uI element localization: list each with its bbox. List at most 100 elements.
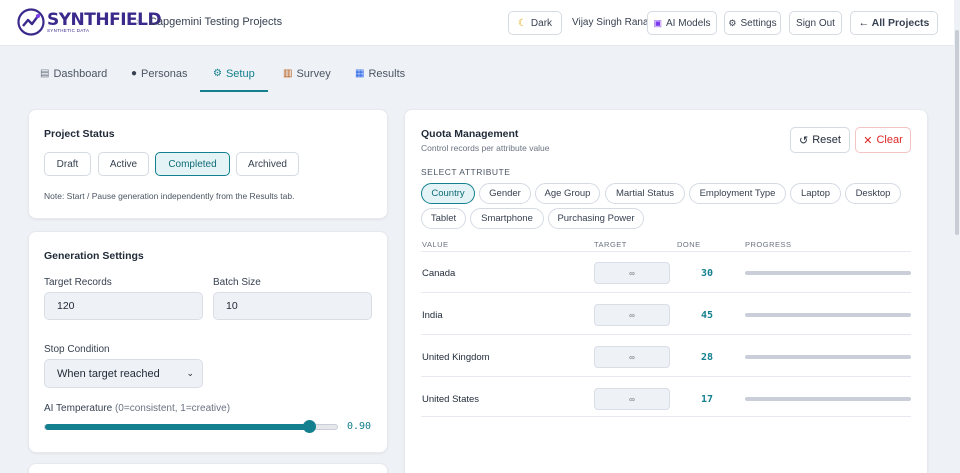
theme-toggle-button[interactable]: ☾ Dark (508, 11, 562, 35)
attribute-chip[interactable]: Age Group (535, 183, 600, 204)
logo-word: SYNTHFIELD (47, 10, 162, 30)
batch-size-label: Batch Size (213, 277, 261, 288)
sign-out-button[interactable]: Sign Out (789, 11, 842, 35)
quota-done-count: 17 (700, 394, 714, 405)
refresh-icon: ↺ (799, 134, 809, 147)
tab-survey[interactable]: ▥ Survey (283, 68, 331, 92)
moon-icon: ☾ (517, 17, 527, 29)
attribute-chip[interactable]: Purchasing Power (548, 208, 644, 229)
attribute-chip[interactable]: Employment Type (689, 183, 786, 204)
quota-management-card (404, 109, 928, 473)
column-header-target: TARGET (594, 240, 627, 249)
sign-out-label: Sign Out (796, 17, 835, 29)
settings-button[interactable]: ⚙ Settings (724, 11, 781, 35)
table-divider (421, 251, 911, 252)
generation-settings-card (28, 231, 388, 453)
logo-subtitle: SYNTHETIC DATA (47, 28, 90, 33)
target-records-label: Target Records (44, 277, 112, 288)
target-value: ∞ (629, 394, 635, 404)
select-attribute-label: SELECT ATTRIBUTE (421, 167, 511, 177)
tab-label: Personas (141, 68, 188, 80)
attribute-chip[interactable]: Desktop (845, 183, 901, 204)
chip-label: Gender (489, 188, 521, 199)
quota-target-input[interactable]: ∞ (594, 262, 670, 284)
quota-done-count: 28 (700, 352, 714, 363)
robot-icon: ▣ (653, 17, 663, 28)
attribute-chip[interactable]: Country (421, 183, 475, 204)
status-label: Draft (56, 158, 79, 170)
tab-setup[interactable]: ⚙ Setup (200, 68, 268, 92)
quota-clear-button[interactable]: ✕ Clear (855, 127, 911, 153)
ai-temperature-title: AI Temperature (44, 403, 113, 414)
attribute-chip[interactable]: Martial Status (605, 183, 685, 204)
generation-settings-title: Generation Settings (44, 250, 144, 262)
person-icon: ● (131, 68, 138, 79)
status-archived-button[interactable]: Archived (236, 152, 299, 176)
attribute-chip[interactable]: Tablet (421, 208, 466, 229)
quota-progress-bar (745, 271, 911, 275)
status-completed-button[interactable]: Completed (155, 152, 230, 176)
batch-size-value: 10 (226, 300, 238, 312)
stop-condition-select[interactable]: When target reached ⌄ (44, 359, 203, 388)
clear-label: Clear (876, 134, 903, 146)
close-icon: ✕ (863, 134, 873, 147)
gear-icon: ⚙ (728, 17, 737, 28)
all-projects-label: ← All Projects (858, 17, 930, 29)
status-label: Completed (168, 158, 217, 170)
attribute-chip[interactable]: Laptop (790, 183, 841, 204)
chip-label: Employment Type (699, 188, 776, 199)
chip-label: Smartphone (481, 213, 533, 224)
settings-label: Settings (740, 17, 777, 29)
chart-icon: ▤ (40, 68, 50, 79)
quota-subtitle: Control records per attribute value (421, 143, 550, 153)
attribute-chip[interactable]: Gender (479, 183, 531, 204)
theme-toggle-label: Dark (530, 17, 553, 29)
scrollbar-thumb[interactable] (955, 30, 959, 235)
chip-label: Tablet (430, 213, 457, 224)
stop-condition-label: Stop Condition (44, 344, 110, 355)
status-note: Note: Start / Pause generation independe… (44, 191, 295, 201)
gear-icon: ⚙ (213, 68, 222, 79)
column-header-value: VALUE (422, 240, 449, 249)
breadcrumb-separator: › (136, 16, 140, 28)
chevron-down-icon: ⌄ (186, 368, 194, 378)
quota-target-input[interactable]: ∞ (594, 304, 670, 326)
batch-size-input[interactable]: 10 (213, 292, 372, 320)
quota-done-count: 30 (700, 268, 714, 279)
reset-label: Reset (812, 134, 841, 146)
stop-condition-value: When target reached (57, 367, 160, 380)
tab-label: Results (368, 68, 406, 80)
page-scrollbar[interactable] (954, 0, 960, 473)
status-label: Archived (248, 158, 287, 170)
table-divider (421, 376, 911, 377)
slider-handle[interactable] (303, 420, 317, 433)
quota-progress-bar (745, 355, 911, 359)
quota-row-value: United Kingdom (422, 352, 490, 363)
top-header: SYNTHFIELD SYNTHETIC DATA › Capgemini Te… (0, 0, 960, 46)
tab-results[interactable]: ▦ Results (355, 68, 405, 92)
next-settings-card (28, 463, 388, 473)
quota-row-value: United States (422, 394, 480, 405)
column-header-progress: PROGRESS (745, 240, 792, 249)
quota-reset-button[interactable]: ↺ Reset (790, 127, 850, 153)
ai-temperature-label: AI Temperature (0=consistent, 1=creative… (44, 403, 230, 414)
chip-label: Purchasing Power (557, 213, 635, 224)
tab-dashboard[interactable]: ▤ Dashboard (40, 68, 107, 92)
quota-target-input[interactable]: ∞ (594, 346, 670, 368)
ai-models-button[interactable]: ▣ AI Models (647, 11, 717, 35)
status-active-button[interactable]: Active (98, 152, 149, 176)
all-projects-button[interactable]: ← All Projects (850, 11, 938, 35)
chip-label: Martial Status (615, 188, 675, 199)
slider-fill (45, 424, 310, 430)
tab-label: Setup (225, 68, 255, 80)
tab-label: Survey (296, 68, 331, 80)
target-records-input[interactable]: 120 (44, 292, 203, 320)
table-divider (421, 416, 911, 417)
logo-icon (17, 8, 45, 36)
tab-personas[interactable]: ● Personas (131, 68, 188, 92)
attribute-chip[interactable]: Smartphone (470, 208, 544, 229)
chip-label: Laptop (800, 188, 831, 199)
quota-target-input[interactable]: ∞ (594, 388, 670, 410)
ai-temperature-slider[interactable] (44, 420, 338, 433)
status-draft-button[interactable]: Draft (44, 152, 91, 176)
